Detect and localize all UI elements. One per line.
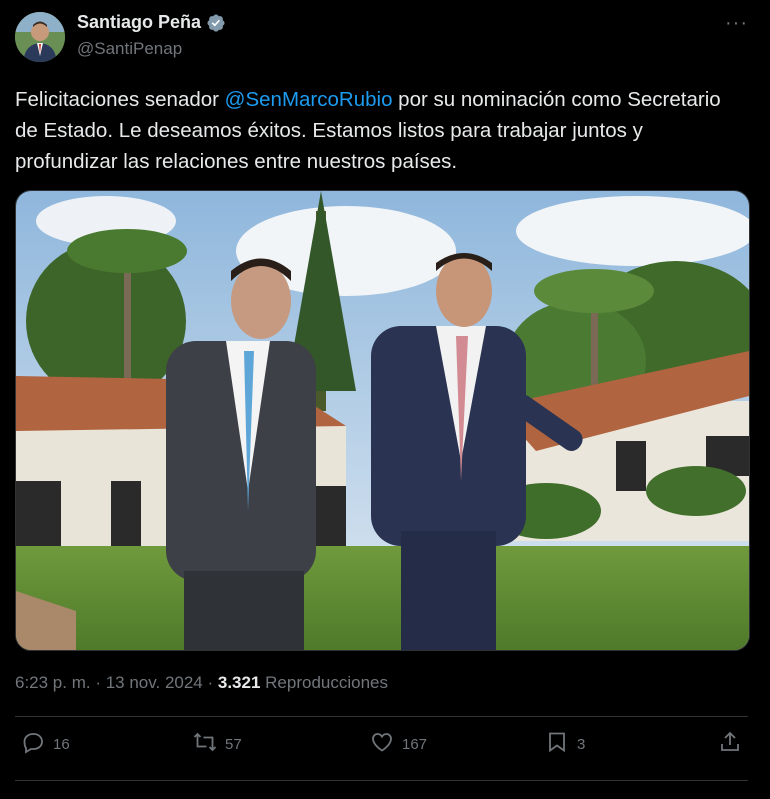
tweet-meta: 6:23 p. m. · 13 nov. 2024 · 3.321 Reprod… [15, 673, 388, 693]
reply-icon [21, 730, 45, 758]
mention-link[interactable]: @SenMarcoRubio [225, 88, 393, 111]
share-icon [718, 730, 742, 758]
meta-separator: · [90, 673, 106, 692]
author-handle[interactable]: @SantiPenap [77, 39, 182, 59]
divider [15, 716, 748, 717]
share-button[interactable] [718, 730, 742, 758]
author-display-name[interactable]: Santiago Peña [77, 12, 201, 33]
bookmark-icon [545, 730, 569, 758]
views-label: Reproducciones [260, 673, 388, 692]
author-name-row[interactable]: Santiago Peña [77, 12, 226, 33]
tweet-text: Felicitaciones senador @SenMarcoRubio po… [15, 84, 745, 177]
repost-count: 57 [225, 735, 242, 753]
more-icon[interactable]: ··· [725, 12, 748, 35]
verified-icon [206, 13, 226, 33]
divider [15, 780, 748, 781]
tweet-photo[interactable] [15, 190, 750, 651]
like-count: 167 [402, 735, 428, 753]
bookmark-button[interactable]: 3 [545, 730, 585, 758]
tweet-date[interactable]: 13 nov. 2024 [106, 673, 203, 692]
avatar[interactable] [15, 12, 65, 62]
tweet-time[interactable]: 6:23 p. m. [15, 673, 91, 692]
meta-separator: · [202, 673, 218, 692]
tweet-text-part: Felicitaciones senador [15, 88, 225, 111]
views-count: 3.321 [217, 673, 261, 692]
action-bar: 16 57 167 3 [15, 730, 748, 766]
reply-button[interactable]: 16 [21, 730, 70, 758]
repost-button[interactable]: 57 [193, 730, 242, 758]
like-icon [370, 730, 394, 758]
repost-icon [193, 730, 217, 758]
bookmark-count: 3 [577, 735, 586, 753]
like-button[interactable]: 167 [370, 730, 427, 758]
reply-count: 16 [53, 735, 70, 753]
